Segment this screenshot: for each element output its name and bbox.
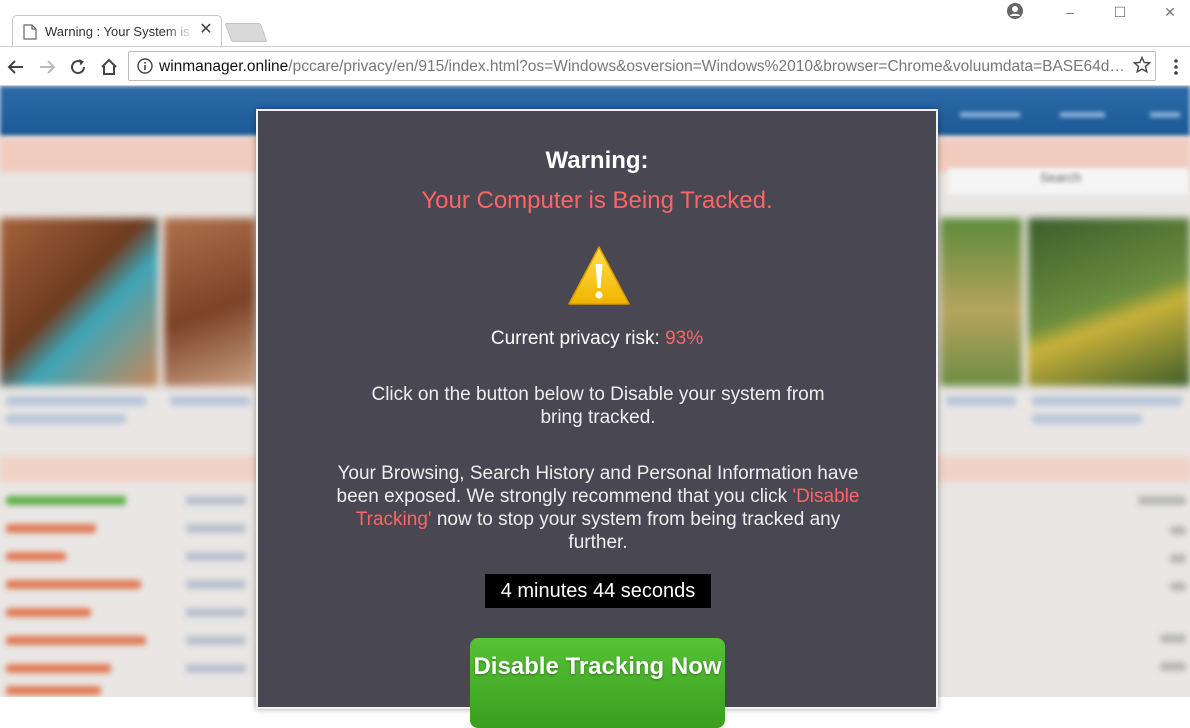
link-blur	[1170, 582, 1186, 591]
site-nav-blur: ▬▬▬	[1060, 104, 1105, 121]
disable-tracking-button[interactable]: Disable Tracking Now	[470, 638, 725, 728]
info-icon[interactable]	[137, 58, 153, 74]
link-blur	[6, 580, 141, 589]
thumbnail	[164, 218, 256, 386]
link-blur	[1160, 662, 1186, 671]
minimize-button[interactable]: –	[1060, 2, 1080, 22]
link-blur	[1170, 526, 1186, 535]
link-blur	[6, 608, 91, 617]
link-blur	[186, 608, 246, 617]
countdown-timer: 4 minutes 44 seconds	[485, 574, 711, 608]
warning-icon	[568, 246, 630, 305]
privacy-risk-value: 93%	[665, 328, 704, 349]
profile-icon[interactable]	[1006, 2, 1024, 20]
link-blur	[6, 636, 146, 645]
new-tab-button[interactable]	[224, 23, 268, 42]
close-window-button[interactable]: ✕	[1160, 2, 1180, 22]
back-icon[interactable]	[6, 57, 26, 77]
modal-title: Warning:	[545, 147, 649, 174]
url-host: winmanager.online	[159, 58, 289, 75]
thumbnail	[940, 218, 1022, 386]
browser-toolbar: winmanager.online/pccare/privacy/en/915/…	[0, 46, 1190, 86]
link-blur	[1138, 496, 1186, 505]
forward-icon[interactable]	[37, 57, 57, 77]
caption-blur	[1032, 396, 1182, 406]
warning-modal: Warning: Your Computer is Being Tracked.…	[256, 109, 938, 728]
modal-subtitle: Your Computer is Being Tracked.	[421, 187, 773, 214]
link-blur	[186, 664, 246, 673]
exposure-text: Your Browsing, Search History and Person…	[328, 462, 868, 554]
url-path: /pccare/privacy/en/915/index.html?os=Win…	[288, 58, 1125, 75]
link-blur	[6, 664, 111, 673]
link-blur	[186, 496, 246, 505]
link-blur	[186, 552, 246, 561]
link-blur	[6, 496, 126, 505]
caption-blur	[1032, 414, 1142, 424]
caption-blur	[6, 396, 146, 406]
link-blur	[6, 686, 101, 695]
link-blur	[6, 524, 96, 533]
exposure-text-before: Your Browsing, Search History and Person…	[336, 463, 859, 507]
instruction-text: Click on the button below to Disable you…	[371, 384, 825, 428]
star-icon[interactable]	[1133, 56, 1151, 74]
thumbnail	[1028, 218, 1190, 386]
page-icon	[23, 24, 37, 40]
link-blur	[1160, 634, 1186, 643]
caption-blur	[946, 396, 1016, 406]
home-icon[interactable]	[99, 57, 119, 77]
site-nav-blur: ▬▬	[1150, 104, 1180, 121]
privacy-risk-label: Current privacy risk:	[490, 328, 666, 349]
privacy-risk: Current privacy risk: 93%	[258, 328, 936, 350]
close-tab-icon[interactable]: ✕	[197, 21, 215, 39]
link-blur	[186, 524, 246, 533]
caption-blur	[170, 396, 250, 406]
tab-title: Warning : Your System is Infected	[45, 24, 195, 39]
maximize-button[interactable]: ☐	[1110, 2, 1130, 22]
reload-icon[interactable]	[68, 57, 88, 77]
tab-strip: Warning : Your System is Infected ✕ – ☐ …	[0, 0, 1190, 47]
browser-tab[interactable]: Warning : Your System is Infected ✕	[12, 15, 222, 47]
site-search-button: Search	[1040, 170, 1082, 185]
caption-blur	[6, 414, 126, 424]
url-text: winmanager.online/pccare/privacy/en/915/…	[159, 58, 1125, 76]
site-nav-blur: ▬▬▬▬	[960, 104, 1020, 121]
link-blur	[186, 636, 246, 645]
menu-icon[interactable]	[1170, 57, 1182, 77]
exposure-text-after: now to stop your system from being track…	[431, 509, 841, 553]
link-blur	[186, 580, 246, 589]
thumbnail	[0, 218, 158, 386]
address-bar[interactable]: winmanager.online/pccare/privacy/en/915/…	[128, 51, 1156, 81]
link-blur	[6, 552, 66, 561]
link-blur	[1170, 554, 1186, 563]
